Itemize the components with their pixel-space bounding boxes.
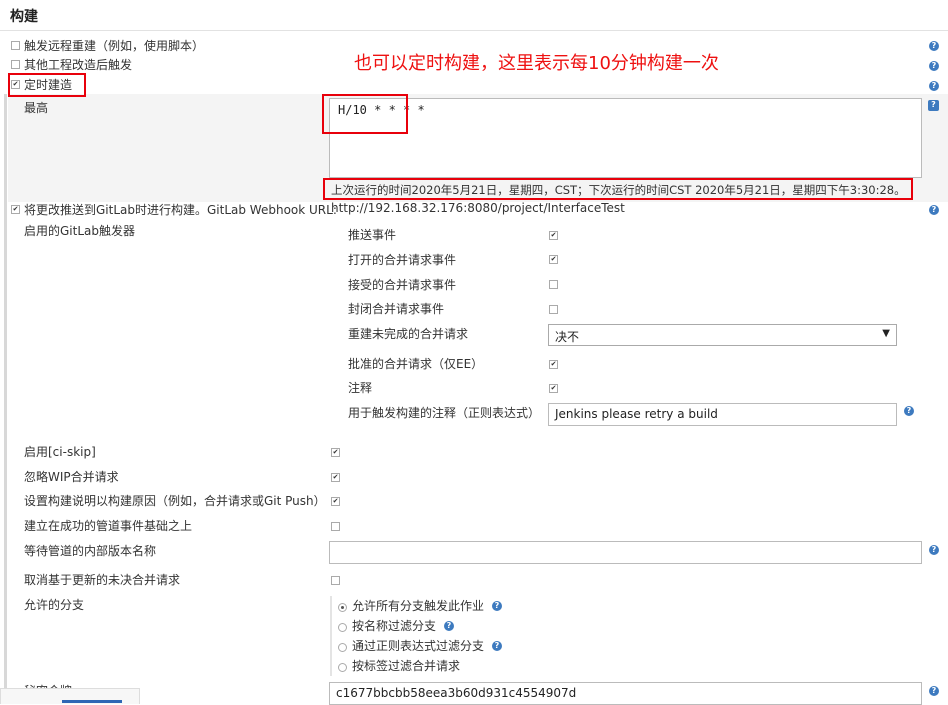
option-ci-skip-label: 启用[ci-skip] (24, 445, 96, 459)
highlight-box-status (323, 178, 913, 200)
option-pipeline-label: 建立在成功的管道事件基础之上 (24, 519, 193, 533)
branch-regex-radio[interactable] (338, 643, 347, 652)
rebuild-select[interactable]: 决不 ▼ (548, 324, 897, 346)
event-mr-open-checkbox[interactable]: ✔ (549, 255, 558, 264)
option-ignore-wip-label: 忽略WIP合并请求 (24, 470, 119, 484)
help-icon[interactable]: ? (929, 545, 939, 555)
highlight-box-cron (8, 73, 86, 97)
help-icon[interactable]: ? (929, 61, 939, 71)
branches-label: 允许的分支 (24, 598, 85, 612)
schedule-field-label: 最高 (24, 101, 49, 115)
comment-regex-value: Jenkins please retry a build (555, 407, 718, 421)
section-title: 构建 (10, 9, 38, 25)
pipeline-version-input[interactable] (329, 541, 922, 564)
trigger-upstream-checkbox[interactable] (11, 60, 20, 69)
caret-down-icon: ▼ (882, 328, 890, 339)
help-icon[interactable]: ? (492, 601, 502, 611)
branch-label-radio[interactable] (338, 663, 347, 672)
comments-checkbox[interactable]: ✔ (549, 384, 558, 393)
trigger-remote-label: 触发远程重建（例如，使用脚本） (24, 39, 205, 53)
annotation-text: 也可以定时构建，这里表示每10分钟构建一次 (354, 53, 719, 74)
event-mr-accept-checkbox[interactable] (549, 280, 558, 289)
event-push-checkbox[interactable]: ✔ (549, 231, 558, 240)
rebuild-selected: 决不 (555, 330, 580, 344)
branch-all-label: 允许所有分支触发此作业 (352, 599, 485, 613)
help-icon[interactable]: ? (928, 100, 939, 111)
gitlab-triggers-label: 启用的GitLab触发器 (24, 224, 135, 238)
branch-regex-label: 通过正则表达式过滤分支 (352, 639, 485, 653)
cancel-pending-label: 取消基于更新的未决合并请求 (24, 573, 181, 587)
trigger-upstream-label: 其他工程改造后触发 (24, 58, 133, 72)
trigger-remote-checkbox[interactable] (11, 41, 20, 50)
pipeline-version-label: 等待管道的内部版本名称 (24, 544, 157, 558)
gitlab-webhook-url: http://192.168.32.176:8080/project/Inter… (331, 201, 625, 215)
event-mr-accept-label: 接受的合并请求事件 (348, 278, 457, 292)
branch-label-label: 按标签过滤合并请求 (352, 659, 461, 673)
section-left-bar (4, 94, 7, 703)
help-icon[interactable]: ? (929, 41, 939, 51)
option-ci-skip-checkbox[interactable]: ✔ (331, 448, 340, 457)
comment-regex-input[interactable]: Jenkins please retry a build (548, 403, 897, 426)
branches-options-bar (330, 596, 332, 676)
branch-all-radio[interactable] (338, 603, 347, 612)
gitlab-push-label: 将更改推送到GitLab时进行构建。GitLab Webhook URL: (24, 203, 337, 217)
gitlab-push-checkbox[interactable]: ✔ (11, 205, 20, 214)
help-icon[interactable]: ? (929, 81, 939, 91)
highlight-box-schedule (322, 94, 408, 134)
secret-token-input[interactable]: c1677bbcbb58eea3b60d931c4554907d (329, 682, 922, 705)
option-pipeline-checkbox[interactable] (331, 522, 340, 531)
help-icon[interactable]: ? (929, 205, 939, 215)
branch-name-label: 按名称过滤分支 (352, 619, 437, 633)
help-icon[interactable]: ? (444, 621, 454, 631)
approved-mr-label: 批准的合并请求（仅EE） (348, 357, 484, 371)
secret-token-value: c1677bbcbb58eea3b60d931c4554907d (336, 686, 577, 700)
event-push-label: 推送事件 (348, 228, 397, 242)
option-ignore-wip-checkbox[interactable]: ✔ (331, 473, 340, 482)
comment-regex-label: 用于触发构建的注释（正则表达式） (348, 406, 541, 420)
help-icon[interactable]: ? (929, 686, 939, 696)
option-build-desc-checkbox[interactable]: ✔ (331, 497, 340, 506)
schedule-textarea[interactable]: H/10 * * * * (329, 98, 922, 178)
event-mr-close-checkbox[interactable] (549, 305, 558, 314)
rebuild-label: 重建未完成的合并请求 (348, 327, 469, 341)
branch-name-radio[interactable] (338, 623, 347, 632)
help-icon[interactable]: ? (492, 641, 502, 651)
option-build-desc-label: 设置构建说明以构建原因（例如，合并请求或Git Push） (24, 494, 326, 508)
comments-label: 注释 (348, 381, 373, 395)
event-mr-close-label: 封闭合并请求事件 (348, 302, 445, 316)
cancel-pending-checkbox[interactable] (331, 576, 340, 585)
help-icon[interactable]: ? (904, 406, 914, 416)
approved-mr-checkbox[interactable]: ✔ (549, 360, 558, 369)
event-mr-open-label: 打开的合并请求事件 (348, 253, 457, 267)
section-divider (0, 30, 948, 31)
